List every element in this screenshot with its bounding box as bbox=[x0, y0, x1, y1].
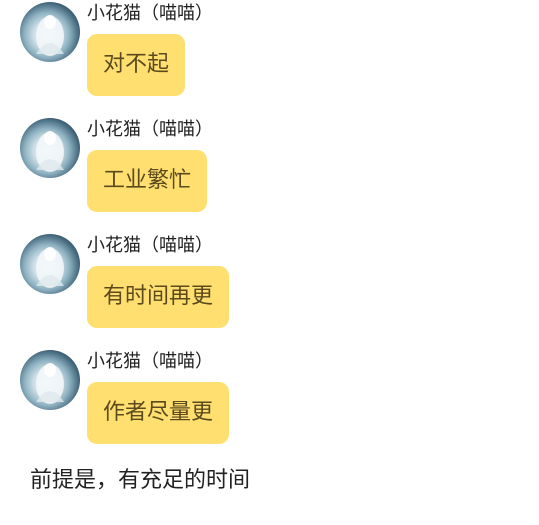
avatar-icon[interactable] bbox=[20, 350, 80, 410]
chat-message: 小花猫（喵喵） 作者尽量更 bbox=[20, 350, 520, 460]
sender-name: 小花猫（喵喵） bbox=[87, 3, 213, 24]
message-bubble[interactable]: 对不起 bbox=[87, 34, 186, 96]
sender-name: 小花猫（喵喵） bbox=[87, 235, 213, 256]
avatar-icon[interactable] bbox=[20, 2, 80, 62]
chat-message: 小花猫（喵喵） 对不起 bbox=[20, 2, 520, 112]
sender-name: 小花猫（喵喵） bbox=[87, 119, 213, 140]
chat-message: 小花猫（喵喵） 工业繁忙 bbox=[20, 118, 520, 228]
avatar-icon[interactable] bbox=[20, 234, 80, 294]
message-bubble[interactable]: 工业繁忙 bbox=[87, 150, 208, 212]
message-bubble[interactable]: 作者尽量更 bbox=[87, 382, 230, 444]
sender-name: 小花猫（喵喵） bbox=[87, 351, 213, 372]
message-bubble[interactable]: 有时间再更 bbox=[87, 266, 230, 328]
chat-message: 小花猫（喵喵） 有时间再更 bbox=[20, 234, 520, 344]
narration-text: 前提是，有充足的时间 bbox=[30, 468, 251, 493]
avatar-icon[interactable] bbox=[20, 118, 80, 178]
